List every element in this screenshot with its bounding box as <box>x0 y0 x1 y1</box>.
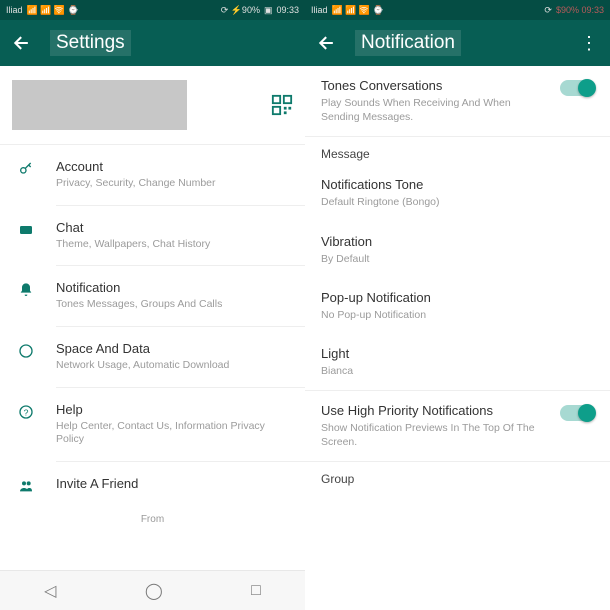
data-icon <box>18 343 34 359</box>
row-popup[interactable]: Pop-up Notification No Pop-up Notificati… <box>305 278 610 334</box>
row-title: Use High Priority Notifications <box>321 403 550 418</box>
carrier-label: Iliad <box>311 5 328 15</box>
row-tones-conversations[interactable]: Tones Conversations Play Sounds When Rec… <box>305 66 610 136</box>
setting-sub: Help Center, Contact Us, Information Pri… <box>56 420 289 447</box>
back-icon[interactable] <box>317 33 337 53</box>
setting-title: Chat <box>56 220 289 235</box>
setting-help[interactable]: ? Help Help Center, Contact Us, Informati… <box>0 388 305 461</box>
setting-title: Invite A Friend <box>56 476 289 491</box>
app-bar-settings: Settings <box>0 20 305 66</box>
setting-title: Help <box>56 402 289 417</box>
svg-text:?: ? <box>24 407 29 417</box>
row-sub: By Default <box>321 252 594 266</box>
key-icon <box>18 161 34 177</box>
invite-icon <box>18 478 34 494</box>
android-navbar: ◁ ◯ □ <box>0 570 305 610</box>
row-light[interactable]: Light Bianca <box>305 334 610 390</box>
setting-title: Notification <box>56 280 289 295</box>
nav-back-icon[interactable]: ◁ <box>44 581 56 601</box>
setting-sub: Tones Messages, Groups And Calls <box>56 298 289 312</box>
row-sub: No Pop-up Notification <box>321 308 594 322</box>
profile-row[interactable] <box>0 66 305 145</box>
carrier-label: Iliad <box>6 5 23 15</box>
setting-account[interactable]: Account Privacy, Security, Change Number <box>0 145 305 205</box>
battery-clock: $90% 09:33 <box>556 5 604 15</box>
row-title: Vibration <box>321 234 594 249</box>
battery-icon: ▣ <box>264 5 273 16</box>
kebab-icon[interactable]: ⋮ <box>580 33 598 54</box>
help-icon: ? <box>18 404 34 420</box>
status-bar: Iliad 📶 📶 🛜 ⌚ ⟳ $90% 09:33 <box>305 0 610 20</box>
setting-title: Space And Data <box>56 341 289 356</box>
from-label: From <box>0 508 305 531</box>
bell-icon <box>18 282 34 298</box>
row-notifications-tone[interactable]: Notifications Tone Default Ringtone (Bon… <box>305 165 610 221</box>
page-title: Notification <box>355 30 461 56</box>
page-title: Settings <box>50 30 131 56</box>
signal-icons: 📶 📶 🛜 ⌚ <box>332 5 384 16</box>
setting-data[interactable]: Space And Data Network Usage, Automatic D… <box>0 327 305 387</box>
setting-sub: Privacy, Security, Change Number <box>56 177 289 191</box>
section-header-group: Group <box>305 462 610 490</box>
setting-sub: Theme, Wallpapers, Chat History <box>56 238 289 252</box>
qr-icon[interactable] <box>271 94 293 116</box>
setting-invite[interactable]: Invite A Friend <box>0 462 305 508</box>
clock: 09:33 <box>276 5 299 15</box>
back-icon[interactable] <box>12 33 32 53</box>
row-high-priority[interactable]: Use High Priority Notifications Show Not… <box>305 391 610 461</box>
chat-icon <box>18 222 34 238</box>
nav-home-icon[interactable]: ◯ <box>145 581 163 601</box>
nfc-icon: ⟳ <box>544 5 552 16</box>
setting-chat[interactable]: Chat Theme, Wallpapers, Chat History <box>0 206 305 266</box>
status-bar: Iliad 📶 📶 🛜 ⌚ ⟳ ⚡90% ▣ 09:33 <box>0 0 305 20</box>
setting-notification[interactable]: Notification Tones Messages, Groups And C… <box>0 266 305 326</box>
row-title: Light <box>321 346 594 361</box>
row-sub: Default Ringtone (Bongo) <box>321 195 594 209</box>
switch-high-priority[interactable] <box>560 405 594 421</box>
row-vibration[interactable]: Vibration By Default <box>305 222 610 278</box>
app-bar-notification: Notification ⋮ <box>305 20 610 66</box>
row-sub: Play Sounds When Receiving And When Send… <box>321 96 550 124</box>
row-title: Notifications Tone <box>321 177 594 192</box>
switch-tones[interactable] <box>560 80 594 96</box>
row-sub: Show Notification Previews In The Top Of… <box>321 421 550 449</box>
section-header-message: Message <box>305 137 610 165</box>
row-title: Pop-up Notification <box>321 290 594 305</box>
setting-title: Account <box>56 159 289 174</box>
battery-label: ⟳ ⚡90% <box>221 5 260 16</box>
avatar <box>12 80 187 130</box>
nav-recent-icon[interactable]: □ <box>251 582 261 600</box>
row-sub: Bianca <box>321 364 594 378</box>
row-title: Tones Conversations <box>321 78 550 93</box>
setting-sub: Network Usage, Automatic Download <box>56 359 289 373</box>
signal-icons: 📶 📶 🛜 ⌚ <box>27 5 79 16</box>
